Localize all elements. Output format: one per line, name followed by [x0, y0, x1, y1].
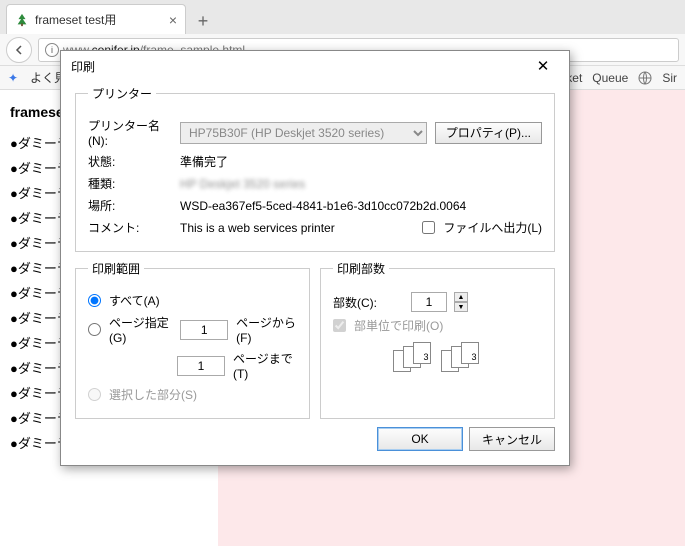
print-to-file-checkbox[interactable]: [422, 221, 435, 234]
ext-queue[interactable]: Queue: [592, 71, 628, 85]
printer-group-label: プリンター: [88, 85, 156, 102]
range-all-radio[interactable]: [88, 294, 101, 307]
copies-group: 印刷部数 部数(C): ▲▼ 部単位で印刷(O) 123 123: [320, 260, 555, 419]
globe-icon: [638, 71, 652, 85]
comment-label: コメント:: [88, 219, 172, 236]
type-label: 種類:: [88, 175, 172, 192]
range-selection-label: 選択した部分(S): [109, 386, 197, 403]
back-button[interactable]: [6, 37, 32, 63]
cancel-button[interactable]: キャンセル: [469, 427, 555, 451]
range-selection-radio: [88, 388, 101, 401]
page-from-input[interactable]: [180, 320, 228, 340]
copies-up-button[interactable]: ▲: [454, 292, 468, 302]
printer-group: プリンター プリンター名(N): HP75B30F (HP Deskjet 35…: [75, 85, 555, 252]
printer-name-label: プリンター名(N):: [88, 117, 172, 148]
ok-button[interactable]: OK: [377, 427, 463, 451]
print-range-group: 印刷範囲 すべて(A) ページ指定(G) ページから(F) ページまで(T) 選…: [75, 260, 310, 419]
dialog-title: 印刷: [71, 58, 95, 75]
copies-down-button[interactable]: ▼: [454, 302, 468, 312]
tab-close-icon[interactable]: ×: [169, 12, 177, 28]
print-to-file-label: ファイルへ出力(L): [443, 219, 542, 236]
where-value: WSD-ea367ef5-5ced-4841-b1e6-3d10cc072b2d…: [180, 199, 466, 213]
range-pages-radio[interactable]: [88, 323, 101, 336]
site-info-icon[interactable]: i: [45, 43, 59, 57]
copies-input[interactable]: [411, 292, 447, 312]
tab-title: frameset test用: [35, 11, 163, 28]
favicon-tree-icon: [15, 13, 29, 27]
comment-value: This is a web services printer: [180, 221, 335, 235]
tab-strip: frameset test用 × +: [0, 0, 685, 34]
dialog-close-button[interactable]: ✕: [527, 54, 559, 78]
ext-sim[interactable]: Sir: [662, 71, 677, 85]
bookmark-star-icon[interactable]: ✦: [8, 71, 18, 85]
status-label: 状態:: [88, 153, 172, 170]
copies-label: 部数(C):: [333, 294, 403, 311]
printer-select[interactable]: HP75B30F (HP Deskjet 3520 series): [180, 122, 427, 144]
where-label: 場所:: [88, 197, 172, 214]
collate-illustration: 123 123: [333, 342, 542, 374]
range-group-label: 印刷範囲: [88, 260, 144, 277]
page-from-label: ページから(F): [236, 314, 297, 345]
properties-button[interactable]: プロパティ(P)...: [435, 122, 542, 144]
browser-tab[interactable]: frameset test用 ×: [6, 4, 186, 34]
new-tab-button[interactable]: +: [190, 8, 216, 34]
range-all-label: すべて(A): [109, 292, 160, 309]
print-dialog: 印刷 ✕ プリンター プリンター名(N): HP75B30F (HP Deskj…: [60, 50, 570, 466]
copies-group-label: 印刷部数: [333, 260, 389, 277]
page-to-label: ページまで(T): [233, 350, 297, 381]
collate-label: 部単位で印刷(O): [354, 317, 443, 334]
collate-checkbox: [333, 319, 346, 332]
status-value: 準備完了: [180, 153, 228, 170]
range-pages-label: ページ指定(G): [109, 314, 172, 345]
type-value: HP Deskjet 3520 series: [180, 177, 305, 191]
page-to-input[interactable]: [177, 356, 225, 376]
arrow-left-icon: [13, 44, 25, 56]
